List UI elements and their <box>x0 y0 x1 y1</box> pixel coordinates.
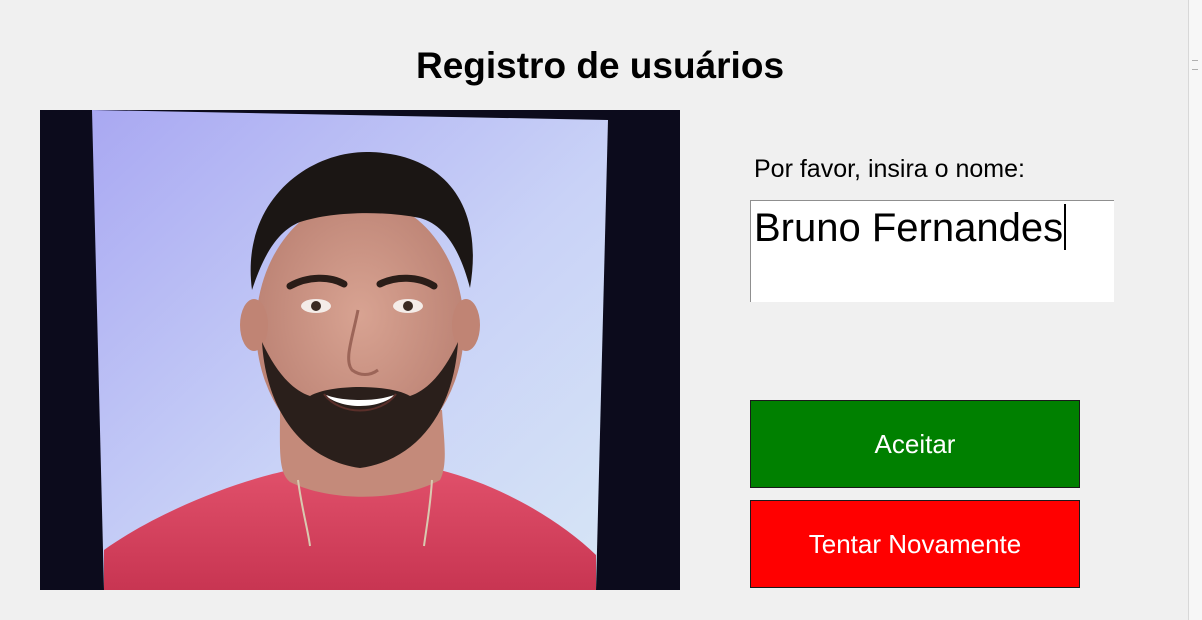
retry-button[interactable]: Tentar Novamente <box>750 500 1080 588</box>
scrollbar[interactable] <box>1188 0 1202 620</box>
retry-button-label: Tentar Novamente <box>808 528 1022 559</box>
text-caret <box>1064 204 1067 250</box>
name-prompt-label: Por favor, insira o nome: <box>754 155 1025 183</box>
user-photo <box>40 110 680 590</box>
scrollbar-grip-icon <box>1192 60 1198 70</box>
page-title: Registro de usuários <box>415 45 785 86</box>
accept-button[interactable]: Aceitar <box>750 400 1080 488</box>
camera-feed <box>40 110 680 590</box>
name-input[interactable]: Bruno Fernandes <box>750 200 1114 302</box>
accept-button-label: Aceitar <box>874 428 956 459</box>
name-input-value: Bruno Fernandes <box>754 206 1064 250</box>
